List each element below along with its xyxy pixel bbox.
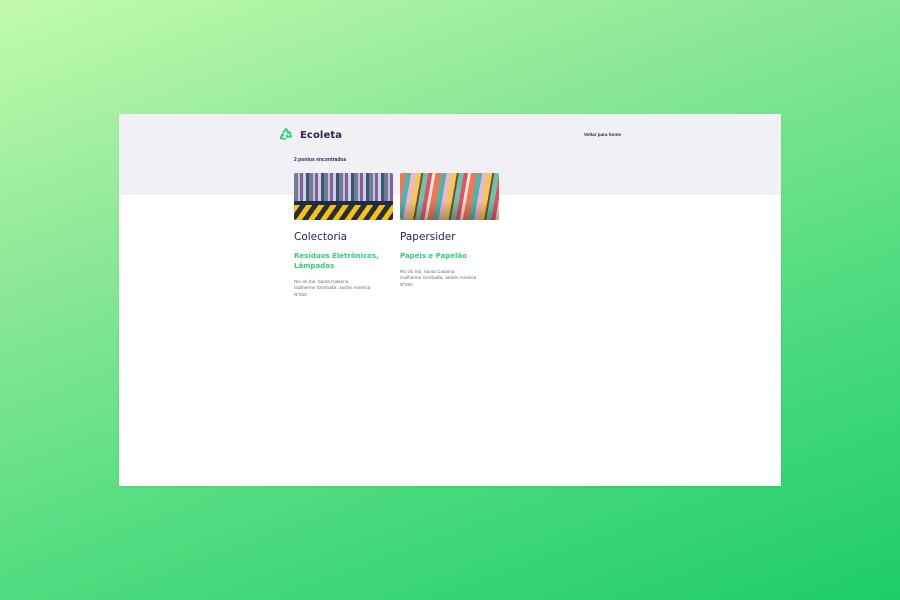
back-home-link[interactable]: Voltar para home (584, 132, 621, 137)
logo-text: Ecoleta (300, 129, 343, 141)
point-items: Papéis e Papelão (400, 252, 467, 260)
page-header: Ecoleta Voltar para home (278, 127, 621, 145)
app-window: Ecoleta Voltar para home 2 pontos encont… (119, 114, 781, 486)
points-list: Colectoria Resíduos Eletrônicos, Lâmpada… (294, 173, 499, 298)
point-image (400, 173, 499, 220)
point-items: Resíduos Eletrônicos, Lâmpadas (294, 252, 379, 270)
address-number: Nº260 (400, 281, 413, 287)
logo[interactable]: Ecoleta (278, 127, 342, 143)
point-card-colectoria[interactable]: Colectoria Resíduos Eletrônicos, Lâmpada… (294, 173, 393, 298)
point-address: Rio do Sul, Santa Catarina Guilherme Gem… (400, 269, 499, 288)
point-image (294, 173, 393, 220)
point-name: Papersider (400, 231, 456, 243)
point-address: Rio do Sul, Santa Catarina Guilherme Gem… (294, 279, 393, 298)
recycle-icon (278, 127, 294, 143)
point-name: Colectoria (294, 231, 348, 243)
point-card-papersider[interactable]: Papersider Papéis e Papelão Rio do Sul, … (400, 173, 499, 298)
results-count: 2 pontos encontrados (294, 157, 347, 163)
address-number: Nº260 (294, 291, 307, 297)
